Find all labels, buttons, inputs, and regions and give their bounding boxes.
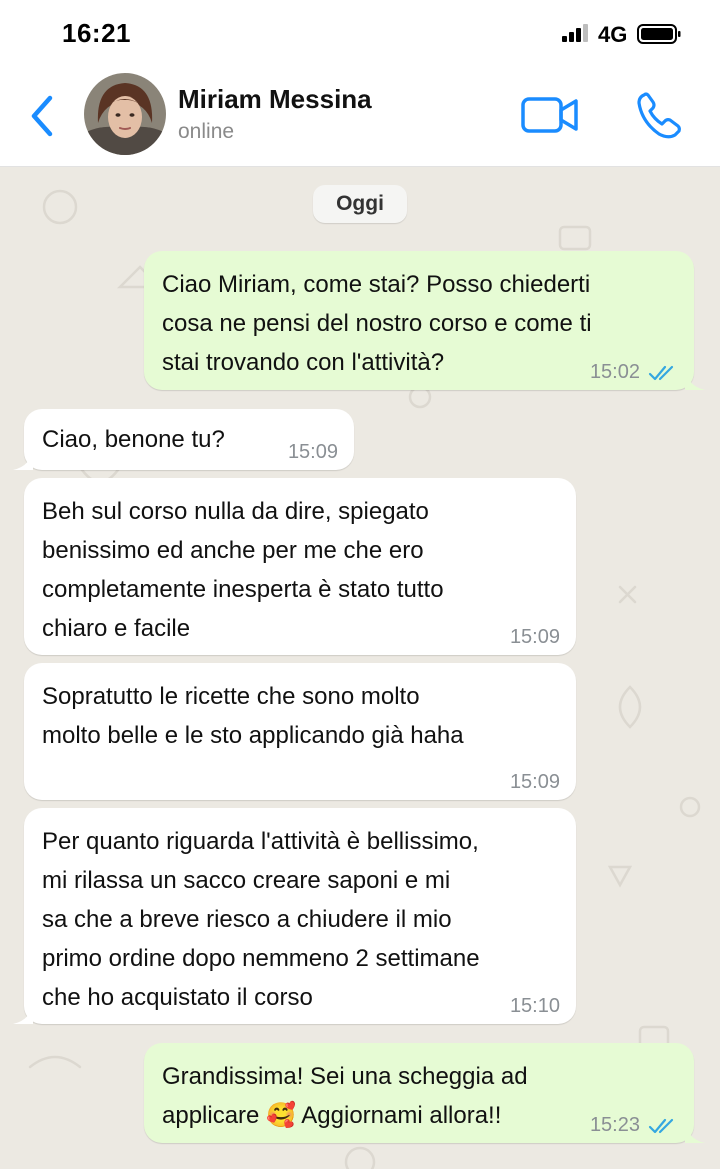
network-type: 4G	[598, 22, 628, 47]
message-incoming[interactable]: Beh sul corso nulla da dire, spiegato be…	[24, 478, 576, 655]
status-bar: 16:21 4G	[0, 0, 720, 66]
bubble-tail	[685, 1121, 705, 1143]
message-incoming[interactable]: Sopratutto le ricette che sono molto mol…	[24, 663, 576, 800]
message-meta: 15:09	[288, 441, 338, 464]
message-text: Grandissima! Sei una scheggia ad applica…	[162, 1063, 528, 1129]
signal-icon	[562, 24, 588, 42]
avatar[interactable]	[84, 73, 166, 155]
message-incoming[interactable]: Ciao, benone tu? 15:09	[13, 409, 354, 470]
message-time: 15:10	[509, 995, 560, 1017]
message-time: 15:23	[589, 1114, 640, 1136]
message-text: Ciao, benone tu?	[42, 426, 225, 453]
message-meta: 15:02	[590, 361, 678, 384]
message-time: 15:09	[509, 626, 560, 648]
bubble-tail	[13, 448, 33, 470]
message-text: Beh sul corso nulla da dire, spiegato be…	[42, 498, 444, 642]
message-meta: 15:23	[590, 1114, 678, 1137]
message-meta: 15:10	[510, 995, 560, 1018]
message-text: Per quanto riguarda l'attività è belliss…	[42, 828, 480, 1011]
message-outgoing[interactable]: Ciao Miriam, come stai? Posso chiederti …	[144, 251, 705, 390]
message-time: 15:09	[287, 441, 338, 463]
phone-call-icon[interactable]	[634, 90, 684, 140]
video-call-icon[interactable]	[520, 94, 580, 136]
back-chevron-icon[interactable]	[26, 92, 58, 140]
read-ticks-icon	[648, 365, 674, 380]
date-separator: Oggi	[313, 185, 407, 223]
message-outgoing[interactable]: Grandissima! Sei una scheggia ad applica…	[144, 1043, 705, 1143]
contact-status: online	[178, 120, 235, 143]
message-text: Ciao Miriam, come stai? Posso chiederti …	[162, 271, 592, 376]
battery-icon	[637, 24, 681, 44]
read-ticks-icon	[648, 1118, 674, 1133]
bubble-tail	[13, 1002, 33, 1024]
chat-header: Miriam Messina online	[0, 66, 720, 167]
chat-area[interactable]: Oggi Ciao Miriam, come stai? Posso chied…	[0, 167, 720, 1169]
contact-name[interactable]: Miriam Messina	[178, 84, 372, 115]
message-meta: 15:09	[510, 771, 560, 794]
message-meta: 15:09	[510, 626, 560, 649]
status-time: 16:21	[62, 18, 131, 48]
message-time: 15:09	[509, 771, 560, 793]
message-time: 15:02	[589, 361, 640, 383]
message-text: Sopratutto le ricette che sono molto mol…	[42, 683, 464, 749]
message-incoming[interactable]: Per quanto riguarda l'attività è belliss…	[13, 808, 576, 1024]
bubble-tail	[685, 368, 705, 390]
